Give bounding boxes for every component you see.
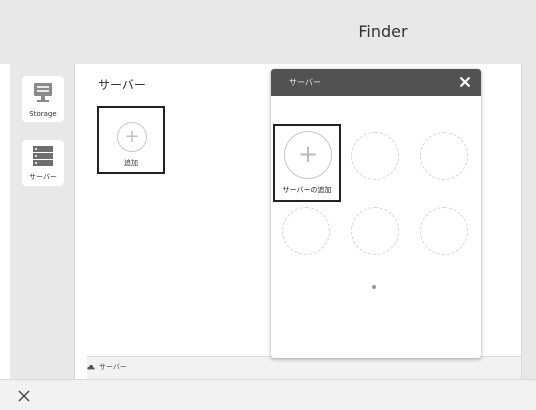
empty-server-slot[interactable] <box>351 132 399 180</box>
dialog-header: サーバー <box>271 69 481 96</box>
add-server-label: サーバーの追加 <box>282 186 332 194</box>
add-tile-label: 追加 <box>124 159 138 167</box>
title-bar: Finder <box>0 0 536 64</box>
page-indicator-dot[interactable] <box>372 285 376 289</box>
sidebar: Storage サーバー <box>10 64 75 379</box>
close-icon <box>18 390 30 402</box>
sidebar-item-label: Storage <box>29 110 57 118</box>
right-scroll-strip <box>521 64 536 379</box>
storage-icon <box>34 83 52 102</box>
add-server-button[interactable]: + サーバーの追加 <box>273 124 341 202</box>
dialog-close-button[interactable] <box>457 74 473 90</box>
empty-server-slot[interactable] <box>282 207 330 255</box>
empty-server-slot[interactable] <box>420 132 468 180</box>
plus-icon: + <box>284 131 332 179</box>
sidebar-item-label: サーバー <box>29 173 57 181</box>
plus-icon: + <box>117 122 147 152</box>
server-rack-icon <box>33 146 53 166</box>
empty-server-slot[interactable] <box>351 207 399 255</box>
add-server-tile[interactable]: + 追加 <box>97 106 165 174</box>
sidebar-item-server[interactable]: サーバー <box>22 140 64 186</box>
close-icon <box>459 76 471 88</box>
window-title: Finder <box>358 22 408 41</box>
close-button[interactable] <box>14 386 34 406</box>
bottom-bar <box>0 379 536 410</box>
status-label: サーバー <box>99 363 127 371</box>
sidebar-item-storage[interactable]: Storage <box>22 76 64 122</box>
dialog-title: サーバー <box>289 78 321 87</box>
page-title: サーバー <box>98 78 146 92</box>
status-bar: サーバー <box>87 356 521 379</box>
cloud-icon <box>87 364 95 370</box>
server-dialog: サーバー + サーバーの追加 <box>271 69 481 358</box>
empty-server-slot[interactable] <box>420 207 468 255</box>
